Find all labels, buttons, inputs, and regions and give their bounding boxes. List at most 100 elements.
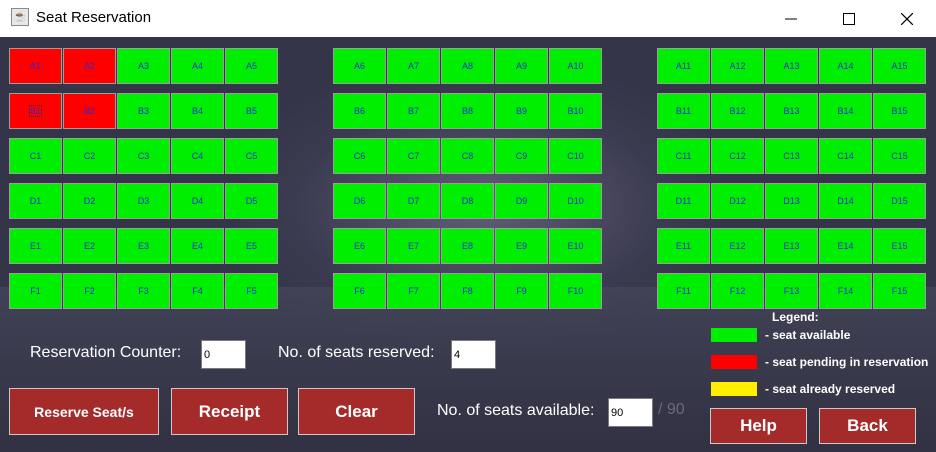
seat-c4[interactable]: C4: [171, 138, 224, 174]
seat-c5[interactable]: C5: [225, 138, 278, 174]
minimize-button[interactable]: [762, 0, 820, 37]
seat-d3[interactable]: D3: [117, 183, 170, 219]
seat-e13[interactable]: E13: [765, 228, 818, 264]
seat-d5[interactable]: D5: [225, 183, 278, 219]
seats-available-field[interactable]: 90: [608, 398, 653, 427]
seat-f4[interactable]: F4: [171, 273, 224, 309]
seat-b8[interactable]: B8: [441, 93, 494, 129]
seat-c9[interactable]: C9: [495, 138, 548, 174]
receipt-button[interactable]: Receipt: [171, 388, 288, 435]
seat-d6[interactable]: D6: [333, 183, 386, 219]
seat-f12[interactable]: F12: [711, 273, 764, 309]
maximize-button[interactable]: [820, 0, 878, 37]
seat-b5[interactable]: B5: [225, 93, 278, 129]
seat-b15[interactable]: B15: [873, 93, 926, 129]
seat-f15[interactable]: F15: [873, 273, 926, 309]
seat-d9[interactable]: D9: [495, 183, 548, 219]
help-button[interactable]: Help: [710, 408, 807, 444]
seat-e2[interactable]: E2: [63, 228, 116, 264]
close-button[interactable]: [878, 0, 936, 37]
seat-f7[interactable]: F7: [387, 273, 440, 309]
seat-e5[interactable]: E5: [225, 228, 278, 264]
seat-f13[interactable]: F13: [765, 273, 818, 309]
seat-c12[interactable]: C12: [711, 138, 764, 174]
seat-d1[interactable]: D1: [9, 183, 62, 219]
seat-e8[interactable]: E8: [441, 228, 494, 264]
seat-c15[interactable]: C15: [873, 138, 926, 174]
seat-b6[interactable]: B6: [333, 93, 386, 129]
seat-b2[interactable]: B2: [63, 93, 116, 129]
seat-c1[interactable]: C1: [9, 138, 62, 174]
seat-a15[interactable]: A15: [873, 48, 926, 84]
seat-a8[interactable]: A8: [441, 48, 494, 84]
seat-e15[interactable]: E15: [873, 228, 926, 264]
seat-f1[interactable]: F1: [9, 273, 62, 309]
seat-e7[interactable]: E7: [387, 228, 440, 264]
seat-e11[interactable]: E11: [657, 228, 710, 264]
seat-f3[interactable]: F3: [117, 273, 170, 309]
seat-c8[interactable]: C8: [441, 138, 494, 174]
seat-a5[interactable]: A5: [225, 48, 278, 84]
seat-e4[interactable]: E4: [171, 228, 224, 264]
seat-d13[interactable]: D13: [765, 183, 818, 219]
seat-f10[interactable]: F10: [549, 273, 602, 309]
seat-b11[interactable]: B11: [657, 93, 710, 129]
seat-a14[interactable]: A14: [819, 48, 872, 84]
seat-a9[interactable]: A9: [495, 48, 548, 84]
seat-e14[interactable]: E14: [819, 228, 872, 264]
seat-b13[interactable]: B13: [765, 93, 818, 129]
seat-f8[interactable]: F8: [441, 273, 494, 309]
seat-a11[interactable]: A11: [657, 48, 710, 84]
seat-c6[interactable]: C6: [333, 138, 386, 174]
seat-e12[interactable]: E12: [711, 228, 764, 264]
seat-f2[interactable]: F2: [63, 273, 116, 309]
seat-d2[interactable]: D2: [63, 183, 116, 219]
seat-b10[interactable]: B10: [549, 93, 602, 129]
seat-e10[interactable]: E10: [549, 228, 602, 264]
seat-d7[interactable]: D7: [387, 183, 440, 219]
seat-a2[interactable]: A2: [63, 48, 116, 84]
seat-b12[interactable]: B12: [711, 93, 764, 129]
seat-b3[interactable]: B3: [117, 93, 170, 129]
seat-b1[interactable]: B1: [9, 93, 62, 129]
seat-a3[interactable]: A3: [117, 48, 170, 84]
seat-c11[interactable]: C11: [657, 138, 710, 174]
seat-a10[interactable]: A10: [549, 48, 602, 84]
seat-f6[interactable]: F6: [333, 273, 386, 309]
clear-button[interactable]: Clear: [298, 388, 415, 435]
seat-b4[interactable]: B4: [171, 93, 224, 129]
seat-e3[interactable]: E3: [117, 228, 170, 264]
seat-c3[interactable]: C3: [117, 138, 170, 174]
seat-c13[interactable]: C13: [765, 138, 818, 174]
seat-c2[interactable]: C2: [63, 138, 116, 174]
seat-c10[interactable]: C10: [549, 138, 602, 174]
seat-d12[interactable]: D12: [711, 183, 764, 219]
seat-b14[interactable]: B14: [819, 93, 872, 129]
back-button[interactable]: Back: [819, 408, 916, 444]
seat-f14[interactable]: F14: [819, 273, 872, 309]
seat-d10[interactable]: D10: [549, 183, 602, 219]
seat-a13[interactable]: A13: [765, 48, 818, 84]
reservation-counter-field[interactable]: 0: [201, 340, 246, 369]
seat-c14[interactable]: C14: [819, 138, 872, 174]
seats-reserved-field[interactable]: 4: [451, 340, 496, 369]
seat-a1[interactable]: A1: [9, 48, 62, 84]
seat-d14[interactable]: D14: [819, 183, 872, 219]
seat-e1[interactable]: E1: [9, 228, 62, 264]
seat-d8[interactable]: D8: [441, 183, 494, 219]
seat-e6[interactable]: E6: [333, 228, 386, 264]
seat-e9[interactable]: E9: [495, 228, 548, 264]
reserve-seats-button[interactable]: Reserve Seat/s: [9, 388, 159, 435]
seat-a12[interactable]: A12: [711, 48, 764, 84]
seat-d4[interactable]: D4: [171, 183, 224, 219]
seat-b7[interactable]: B7: [387, 93, 440, 129]
seat-f5[interactable]: F5: [225, 273, 278, 309]
seat-a7[interactable]: A7: [387, 48, 440, 84]
seat-a4[interactable]: A4: [171, 48, 224, 84]
seat-a6[interactable]: A6: [333, 48, 386, 84]
seat-b9[interactable]: B9: [495, 93, 548, 129]
seat-f9[interactable]: F9: [495, 273, 548, 309]
seat-f11[interactable]: F11: [657, 273, 710, 309]
seat-c7[interactable]: C7: [387, 138, 440, 174]
seat-d15[interactable]: D15: [873, 183, 926, 219]
